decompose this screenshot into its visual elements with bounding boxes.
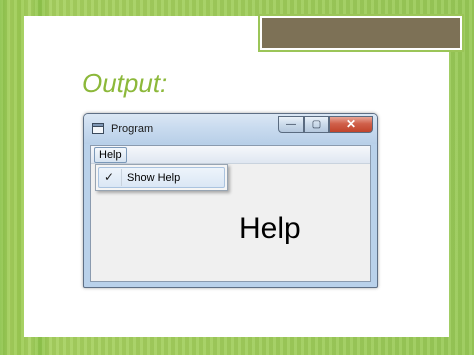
maximize-icon: ▢ xyxy=(311,119,322,130)
menu-item-show-help[interactable]: ✓ Show Help xyxy=(98,167,225,188)
maximize-button[interactable]: ▢ xyxy=(304,116,329,133)
checkmark-icon: ✓ xyxy=(104,170,115,184)
menu-help[interactable]: Help xyxy=(94,147,127,163)
slide-header-box xyxy=(258,14,464,52)
window-title: Program xyxy=(111,123,154,135)
window-titlebar[interactable]: Program — ▢ ✕ xyxy=(84,114,377,144)
slide-panel: Output: Program — ▢ ✕ Help ✓ Show Help H… xyxy=(24,14,464,337)
menu-bar: Help xyxy=(91,146,370,164)
minimize-button[interactable]: — xyxy=(278,116,304,133)
program-window: Program — ▢ ✕ Help ✓ Show Help Help xyxy=(83,113,378,288)
window-client-area: Help ✓ Show Help Help xyxy=(90,145,371,282)
help-dropdown-menu: ✓ Show Help xyxy=(95,164,228,191)
slide-title: Output: xyxy=(82,68,168,98)
close-button[interactable]: ✕ xyxy=(329,116,373,133)
help-label: Help xyxy=(239,212,301,245)
close-icon: ✕ xyxy=(345,117,357,131)
minimize-icon: — xyxy=(286,119,296,130)
menu-item-label: Show Help xyxy=(127,172,181,184)
app-icon xyxy=(92,123,104,134)
menu-separator xyxy=(121,169,122,186)
